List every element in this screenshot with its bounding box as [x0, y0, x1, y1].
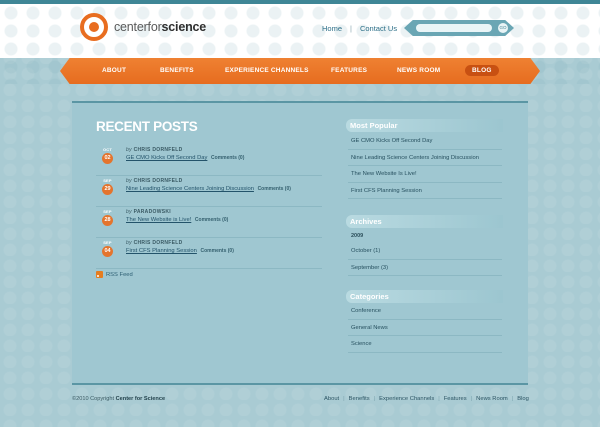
search-input[interactable] — [416, 24, 492, 32]
comments-link[interactable]: Comments (0) — [211, 155, 244, 161]
home-link[interactable]: Home — [322, 24, 342, 33]
top-links: Home | Contact Us — [322, 24, 397, 33]
list-item: SEP 29 by CHRIS DORNFELD Nine Leading Sc… — [96, 176, 322, 207]
archive-item[interactable]: September (3) — [348, 260, 502, 276]
archives-list: 2009 October (1) September (3) — [348, 230, 502, 276]
panel-divider — [72, 383, 528, 385]
footer-link-blog[interactable]: Blog — [513, 396, 533, 402]
post-author: by CHRIS DORNFELD — [126, 178, 183, 184]
logo-icon — [80, 13, 108, 41]
comments-link[interactable]: Comments (0) — [195, 217, 228, 223]
footer-link-benefits[interactable]: Benefits — [345, 396, 374, 402]
post-author: by CHRIS DORNFELD — [126, 147, 183, 153]
footer-links: About | Benefits | Experience Channels | Fe… — [320, 396, 533, 402]
date-badge: SEP 28 — [100, 209, 115, 227]
nav-item-experience-channels[interactable]: EXPERIENCE CHANNELS — [225, 67, 309, 74]
post-title-link[interactable]: The New Website is Live! — [126, 217, 191, 223]
date-badge: SEP 29 — [100, 178, 115, 196]
popular-item[interactable]: Nine Leading Science Centers Joining Dis… — [348, 150, 502, 166]
list-item: SEP 04 by CHRIS DORNFELD First CFS Plann… — [96, 238, 322, 269]
categories-heading: Categories — [346, 290, 503, 303]
nav-item-features[interactable]: FEATURES — [331, 67, 367, 74]
nav-item-blog[interactable]: BLOG — [465, 65, 499, 76]
popular-item[interactable]: The New Website Is Live! — [348, 166, 502, 183]
category-item[interactable]: Conference — [348, 303, 502, 320]
footer-copyright: ©2010 Copyright Center for Science — [72, 396, 166, 402]
logo-text: centerforscience — [114, 20, 207, 34]
categories-list: Conference General News Science — [348, 303, 502, 353]
archive-item[interactable]: October (1) — [348, 243, 502, 260]
post-title-link[interactable]: First CFS Planning Session — [126, 248, 197, 254]
comments-link[interactable]: Comments (0) — [258, 186, 291, 192]
comments-link[interactable]: Comments (0) — [201, 248, 234, 254]
nav-item-benefits[interactable]: BENEFITS — [160, 67, 194, 74]
nav-item-news-room[interactable]: NEWS ROOM — [397, 67, 440, 74]
post-title-link[interactable]: Nine Leading Science Centers Joining Dis… — [126, 186, 254, 192]
archives-heading: Archives — [346, 215, 503, 228]
rss-icon — [96, 271, 103, 278]
recent-posts-title: RECENT POSTS — [96, 119, 198, 134]
category-item[interactable]: Science — [348, 336, 502, 353]
date-badge: OCT 02 — [100, 147, 115, 165]
search-go-button[interactable]: GO — [498, 23, 508, 33]
list-item: SEP 28 by PARADOWSKI The New Website is … — [96, 207, 322, 238]
popular-item[interactable]: First CFS Planning Session — [348, 183, 502, 199]
date-badge: SEP 04 — [100, 240, 115, 258]
footer-link-experience-channels[interactable]: Experience Channels — [375, 396, 438, 402]
footer-link-news-room[interactable]: News Room — [472, 396, 512, 402]
most-popular-list: GE CMO Kicks Off Second Day Nine Leading… — [348, 133, 502, 199]
popular-item[interactable]: GE CMO Kicks Off Second Day — [348, 133, 502, 150]
main-nav: ABOUT BENEFITS EXPERIENCE CHANNELS FEATU… — [60, 58, 540, 84]
contact-us-link[interactable]: Contact Us — [360, 24, 397, 33]
nav-item-about[interactable]: ABOUT — [102, 67, 126, 74]
post-author: by CHRIS DORNFELD — [126, 240, 183, 246]
divider: | — [350, 24, 352, 33]
search-box: GO — [404, 20, 514, 36]
list-item: OCT 02 by CHRIS DORNFELD GE CMO Kicks Of… — [96, 145, 322, 176]
logo[interactable]: centerforscience — [80, 10, 230, 44]
rss-feed-link[interactable]: RSS Feed — [96, 271, 133, 278]
most-popular-heading: Most Popular — [346, 119, 503, 132]
post-title-link[interactable]: GE CMO Kicks Off Second Day — [126, 155, 207, 161]
post-list: OCT 02 by CHRIS DORNFELD GE CMO Kicks Of… — [96, 145, 322, 269]
category-item[interactable]: General News — [348, 320, 502, 336]
archive-year: 2009 — [351, 233, 364, 239]
footer-link-about[interactable]: About — [320, 396, 343, 402]
footer-link-features[interactable]: Features — [440, 396, 471, 402]
post-author: by PARADOWSKI — [126, 209, 171, 215]
